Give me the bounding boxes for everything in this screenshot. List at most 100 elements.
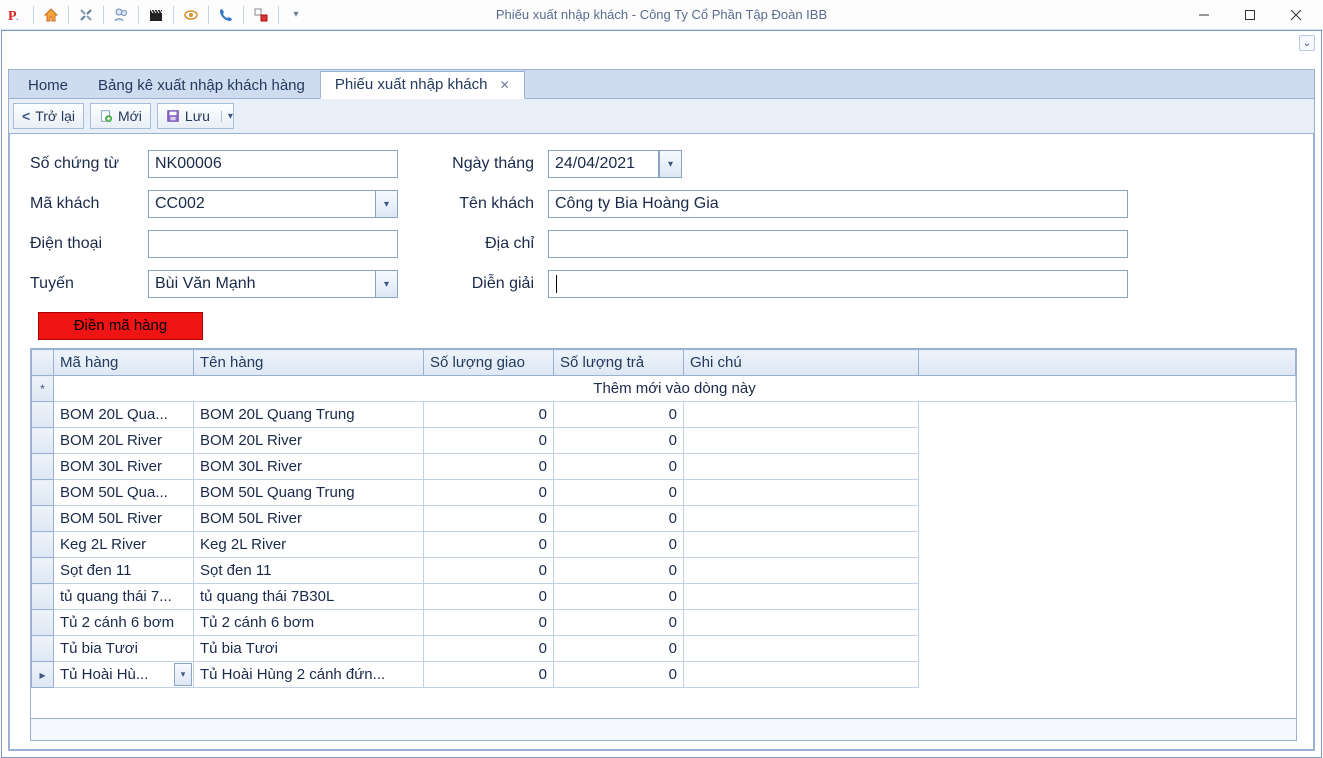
cell-qty-in[interactable]: 0 <box>554 428 684 454</box>
cell-qty-in[interactable]: 0 <box>554 506 684 532</box>
users-icon[interactable] <box>109 3 133 27</box>
cell-remark[interactable] <box>684 662 919 688</box>
cell-name[interactable]: BOM 50L Quang Trung <box>194 480 424 506</box>
new-button[interactable]: Mới <box>90 103 151 129</box>
cell-remark[interactable] <box>684 584 919 610</box>
cell-code[interactable]: Tủ bia Tươi <box>54 636 194 662</box>
col-code[interactable]: Mã hàng <box>54 350 194 376</box>
cell-remark[interactable] <box>684 402 919 428</box>
row-selector-header[interactable] <box>32 350 54 376</box>
note-input[interactable] <box>548 270 1128 298</box>
chevron-down-icon[interactable]: ▾ <box>174 663 192 686</box>
tab-document[interactable]: Phiếu xuất nhập khách ✕ <box>320 71 525 99</box>
new-row[interactable]: * Thêm mới vào dòng này <box>32 376 1296 402</box>
cell-code[interactable]: Tủ 2 cánh 6 bơm <box>54 610 194 636</box>
cell-qty-out[interactable]: 0 <box>424 532 554 558</box>
phone-icon[interactable] <box>214 3 238 27</box>
table-row[interactable]: tủ quang thái 7...tủ quang thái 7B30L00 <box>32 584 1296 610</box>
cell-name[interactable]: Sọt đen 11 <box>194 558 424 584</box>
cust-name-input[interactable]: Công ty Bia Hoàng Gia <box>548 190 1128 218</box>
table-row[interactable]: BOM 50L RiverBOM 50L River00 <box>32 506 1296 532</box>
ribbon-collapse-icon[interactable]: ⌄ <box>1299 35 1315 51</box>
address-input[interactable] <box>548 230 1128 258</box>
cell-qty-in[interactable]: 0 <box>554 402 684 428</box>
cell-name[interactable]: BOM 30L River <box>194 454 424 480</box>
cell-name[interactable]: BOM 50L River <box>194 506 424 532</box>
cell-code[interactable]: tủ quang thái 7... <box>54 584 194 610</box>
phone-input[interactable] <box>148 230 398 258</box>
cell-qty-in[interactable]: 0 <box>554 480 684 506</box>
cell-qty-out[interactable]: 0 <box>424 506 554 532</box>
chevron-down-icon[interactable]: ▾ <box>375 191 397 217</box>
cell-qty-out[interactable]: 0 <box>424 584 554 610</box>
cell-qty-in[interactable]: 0 <box>554 584 684 610</box>
cell-remark[interactable] <box>684 636 919 662</box>
home-icon[interactable] <box>39 3 63 27</box>
clapper-icon[interactable] <box>144 3 168 27</box>
table-row[interactable]: BOM 20L RiverBOM 20L River00 <box>32 428 1296 454</box>
save-dropdown-icon[interactable]: ▾ <box>221 111 233 122</box>
col-remark[interactable]: Ghi chú <box>684 350 919 376</box>
table-row[interactable]: Tủ bia TươiTủ bia Tươi00 <box>32 636 1296 662</box>
table-row[interactable]: ▸Tủ Hoài Hù...▾Tủ Hoài Hùng 2 cánh đứn..… <box>32 662 1296 688</box>
table-row[interactable]: Keg 2L RiverKeg 2L River00 <box>32 532 1296 558</box>
table-row[interactable]: BOM 50L Qua...BOM 50L Quang Trung00 <box>32 480 1296 506</box>
cell-remark[interactable] <box>684 428 919 454</box>
cell-name[interactable]: BOM 20L River <box>194 428 424 454</box>
cell-qty-out[interactable]: 0 <box>424 662 554 688</box>
cell-qty-out[interactable]: 0 <box>424 428 554 454</box>
cell-qty-out[interactable]: 0 <box>424 558 554 584</box>
eye-icon[interactable] <box>179 3 203 27</box>
chevron-down-icon[interactable]: ▾ <box>375 271 397 297</box>
cell-qty-out[interactable]: 0 <box>424 610 554 636</box>
cell-remark[interactable] <box>684 558 919 584</box>
cell-code[interactable]: BOM 50L Qua... <box>54 480 194 506</box>
cell-code[interactable]: BOM 50L River <box>54 506 194 532</box>
cell-qty-out[interactable]: 0 <box>424 636 554 662</box>
cell-qty-in[interactable]: 0 <box>554 532 684 558</box>
cell-code[interactable]: BOM 30L River <box>54 454 194 480</box>
cell-code[interactable]: BOM 20L River <box>54 428 194 454</box>
cell-qty-out[interactable]: 0 <box>424 402 554 428</box>
qat-customize-icon[interactable]: ▾ <box>284 3 308 27</box>
cell-name[interactable]: Keg 2L River <box>194 532 424 558</box>
date-picker-button[interactable]: ▾ <box>658 150 682 178</box>
date-input[interactable]: 24/04/2021 <box>548 150 658 178</box>
route-combo[interactable]: Bùi Văn Mạnh ▾ <box>148 270 398 298</box>
cell-qty-in[interactable]: 0 <box>554 636 684 662</box>
close-button[interactable] <box>1273 0 1319 30</box>
tab-home[interactable]: Home <box>13 72 83 99</box>
cell-qty-in[interactable]: 0 <box>554 558 684 584</box>
cell-remark[interactable] <box>684 610 919 636</box>
cell-code[interactable]: Keg 2L River <box>54 532 194 558</box>
back-button[interactable]: < Trở lại <box>13 103 84 129</box>
cell-code[interactable]: Sọt đen 11 <box>54 558 194 584</box>
cell-name[interactable]: BOM 20L Quang Trung <box>194 402 424 428</box>
table-row[interactable]: BOM 30L RiverBOM 30L River00 <box>32 454 1296 480</box>
col-qty-out[interactable]: Số lượng giao <box>424 350 554 376</box>
voucher-no-input[interactable]: NK00006 <box>148 150 398 178</box>
cell-code[interactable]: Tủ Hoài Hù...▾ <box>54 662 194 688</box>
cell-name[interactable]: Tủ bia Tươi <box>194 636 424 662</box>
col-qty-in[interactable]: Số lượng trả <box>554 350 684 376</box>
cell-name[interactable]: tủ quang thái 7B30L <box>194 584 424 610</box>
table-row[interactable]: Tủ 2 cánh 6 bơmTủ 2 cánh 6 bơm00 <box>32 610 1296 636</box>
cell-qty-out[interactable]: 0 <box>424 480 554 506</box>
save-button[interactable]: Lưu ▾ <box>157 103 234 129</box>
cell-name[interactable]: Tủ 2 cánh 6 bơm <box>194 610 424 636</box>
cell-remark[interactable] <box>684 532 919 558</box>
cell-qty-out[interactable]: 0 <box>424 454 554 480</box>
tab-close-icon[interactable]: ✕ <box>500 78 510 92</box>
maximize-button[interactable] <box>1227 0 1273 30</box>
cust-code-combo[interactable]: CC002 ▾ <box>148 190 398 218</box>
cell-name[interactable]: Tủ Hoài Hùng 2 cánh đứn... <box>194 662 424 688</box>
cell-remark[interactable] <box>684 480 919 506</box>
tools-icon[interactable] <box>74 3 98 27</box>
table-row[interactable]: Sọt đen 11Sọt đen 1100 <box>32 558 1296 584</box>
minimize-button[interactable] <box>1181 0 1227 30</box>
cell-qty-in[interactable]: 0 <box>554 662 684 688</box>
col-name[interactable]: Tên hàng <box>194 350 424 376</box>
layout-icon[interactable] <box>249 3 273 27</box>
tab-list[interactable]: Bảng kê xuất nhập khách hàng <box>83 72 320 99</box>
cell-remark[interactable] <box>684 506 919 532</box>
